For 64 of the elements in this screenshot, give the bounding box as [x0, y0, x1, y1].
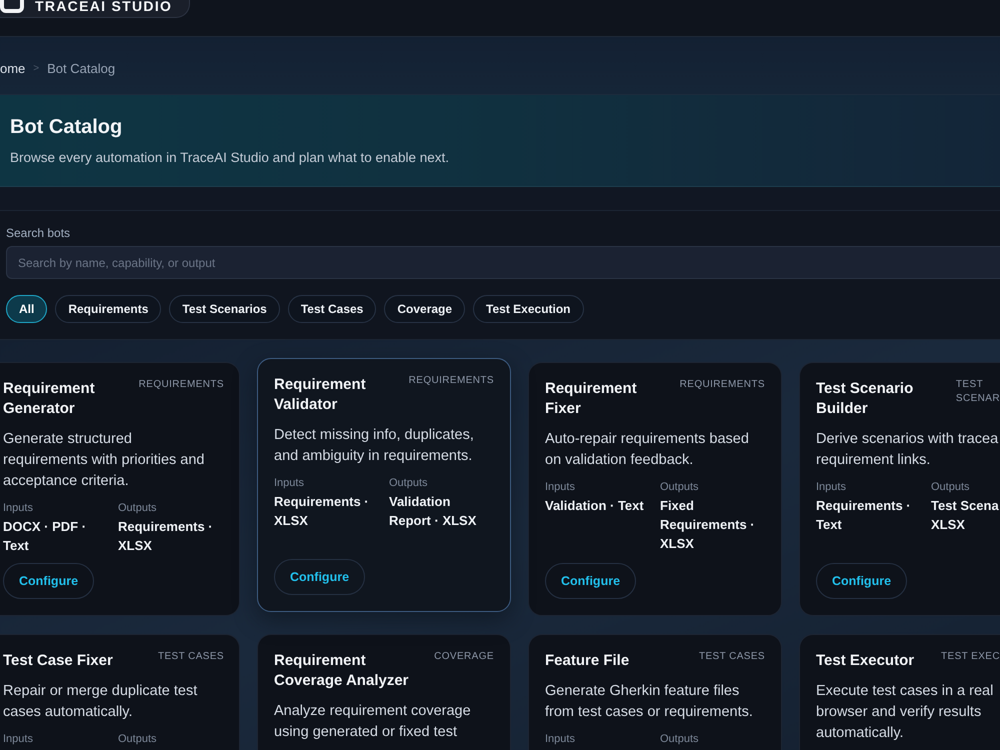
app-logo-icon: [0, 0, 24, 13]
card-description: Analyze requirement coverage using generated or fixed test: [274, 702, 471, 742]
card-description: Derive scenarios with tracea requirement links.: [816, 430, 998, 470]
outputs-label: Outputs: [389, 476, 428, 490]
card-description: Repair or merge duplicate test cases automatically.: [3, 682, 198, 722]
inputs-label: Inputs: [3, 501, 33, 515]
card-description: Detect missing info, duplicates, and ambiguity in requirements.: [274, 426, 474, 466]
inputs-value: DOCX · PDF · Text: [3, 518, 86, 555]
inputs-label: Inputs: [545, 732, 575, 746]
card-description: Execute test cases in a real browser and verify results automatically.: [816, 682, 994, 743]
filter-chip[interactable]: All: [6, 295, 48, 323]
filter-chip[interactable]: Test Execution: [473, 295, 584, 323]
card-title: Requirement Validator: [274, 375, 366, 415]
filter-chip[interactable]: Test Scenarios: [169, 295, 280, 323]
brand-pill[interactable]: TRACEAI STUDIO: [0, 0, 190, 18]
card-title: Feature File: [545, 651, 630, 671]
outputs-label: Outputs: [931, 480, 970, 494]
brand-name: TRACEAI STUDIO: [35, 0, 172, 13]
configure-button[interactable]: Configure: [816, 563, 908, 599]
filter-chip[interactable]: Coverage: [384, 295, 466, 323]
outputs-value: Requirements · XLSX: [118, 518, 213, 555]
outputs-value: Test Scena XLSX: [931, 497, 999, 534]
breadcrumb-link[interactable]: ome: [0, 60, 26, 76]
card-description: Auto-repair requirements based on validation feedback.: [545, 430, 749, 470]
outputs-value: Validation Report · XLSX: [389, 493, 476, 530]
search-field[interactable]: Search by name, capability, or output: [6, 246, 1000, 279]
inputs-label: Inputs: [274, 476, 304, 490]
inputs-value: Requirements · Text: [816, 497, 911, 534]
inputs-label: Inputs: [3, 732, 33, 746]
inputs-label: Inputs: [816, 480, 846, 494]
outputs-label: Outputs: [118, 732, 157, 746]
card-title: Test Executor: [816, 651, 914, 671]
configure-button[interactable]: Configure: [3, 563, 94, 599]
category-label: COVERAGE: [434, 650, 494, 664]
outputs-value: Fixed Requirements · XLSX: [660, 497, 755, 553]
outputs-label: Outputs: [660, 732, 699, 746]
card-description: Generate structured requirements with priorities and acceptance criteria.: [3, 430, 204, 491]
category-label: TEST SCENAR: [956, 378, 1000, 406]
card-title: Requirement Fixer: [545, 379, 637, 419]
search-label: Search bots: [6, 226, 70, 241]
category-label: TEST EXEC: [941, 650, 1000, 664]
breadcrumb-current: Bot Catalog: [47, 60, 116, 76]
card-title: Requirement Coverage Analyzer: [274, 651, 409, 691]
filter-chip[interactable]: Requirements: [55, 295, 162, 323]
card-title: Requirement Generator: [3, 379, 95, 419]
breadcrumb-separator: >: [33, 62, 40, 76]
outputs-label: Outputs: [660, 480, 699, 494]
category-label: REQUIREMENTS: [138, 378, 224, 392]
configure-button[interactable]: Configure: [545, 563, 636, 599]
card-description: Generate Gherkin feature files from test cases or requirements.: [545, 682, 753, 722]
filter-chip[interactable]: Test Cases: [288, 295, 376, 323]
category-label: TEST CASES: [158, 650, 224, 664]
card-title: Test Case Fixer: [3, 651, 113, 671]
inputs-value: Validation · Text: [545, 497, 644, 515]
category-label: TEST CASES: [698, 650, 765, 664]
page-title: Bot Catalog: [10, 115, 122, 139]
category-label: REQUIREMENTS: [680, 378, 765, 392]
card-title: Test Scenario Builder: [816, 379, 914, 419]
page-subtitle: Browse every automation in TraceAI Studio and plan what to enable next.: [10, 149, 450, 167]
configure-button[interactable]: Configure: [274, 559, 366, 595]
inputs-value: Requirements · XLSX: [274, 493, 369, 530]
inputs-label: Inputs: [545, 480, 575, 494]
category-label: REQUIREMENTS: [408, 374, 494, 388]
outputs-label: Outputs: [118, 501, 157, 515]
